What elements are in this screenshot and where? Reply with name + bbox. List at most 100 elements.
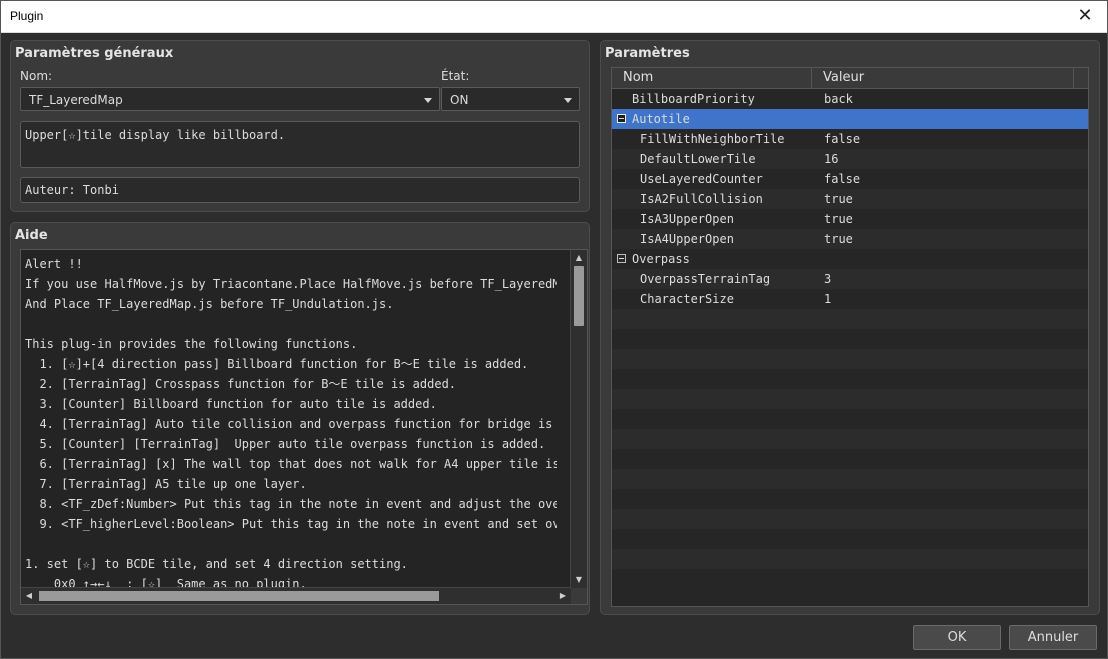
parameter-group-row[interactable]: Overpass [612, 249, 1088, 269]
parameter-name: FillWithNeighborTile [640, 132, 785, 146]
help-line: 5. [Counter] [TerrainTag] Upper auto til… [25, 437, 546, 451]
help-text: Alert !! If you use HalfMove.js by Triaco… [25, 254, 557, 588]
empty-row [612, 369, 1088, 389]
plugin-state-value: ON [450, 93, 469, 107]
parameter-name: IsA2FullCollision [640, 192, 763, 206]
window-title: Plugin [10, 9, 44, 23]
parameter-name: IsA4UpperOpen [640, 232, 734, 246]
help-line: If you use HalfMove.js by Triacontane.Pl… [25, 277, 557, 291]
parameter-value: true [824, 232, 853, 246]
scroll-left-icon[interactable]: ◀ [21, 588, 37, 604]
parameter-row[interactable]: BillboardPriority back [612, 89, 1088, 109]
collapse-icon[interactable] [617, 114, 626, 123]
help-line: This plug-in provides the following func… [25, 337, 358, 351]
close-icon[interactable]: ✕ [1063, 1, 1107, 32]
empty-row [612, 309, 1088, 329]
parameter-name: CharacterSize [640, 292, 734, 306]
parameter-value: back [824, 92, 853, 106]
parameter-row[interactable]: UseLayeredCounter false [612, 169, 1088, 189]
author-field: Auteur: Tonbi [20, 177, 580, 203]
parameter-value: true [824, 192, 853, 206]
plugin-name-select[interactable]: TF_LayeredMap [20, 87, 440, 111]
general-parameters-title: Paramètres généraux [15, 46, 174, 61]
parameter-value: 1 [824, 292, 832, 306]
parameter-name: UseLayeredCounter [640, 172, 763, 186]
scrollbar-corner [571, 588, 587, 604]
help-line: 3. [Counter] Billboard function for auto… [25, 397, 437, 411]
parameters-title: Paramètres [605, 46, 690, 61]
help-line: 6. [TerrainTag] [x] The wall top that do… [25, 457, 557, 471]
help-line: Alert !! [25, 257, 83, 271]
parameter-row[interactable]: OverpassTerrainTag 3 [612, 269, 1088, 289]
parameter-row[interactable]: IsA4UpperOpen true [612, 229, 1088, 249]
empty-row [612, 549, 1088, 569]
help-line [25, 314, 557, 334]
empty-row [612, 489, 1088, 509]
parameter-row[interactable]: IsA3UpperOpen true [612, 209, 1088, 229]
plugin-dialog: Plugin ✕ Paramètres généraux Nom: TF_Lay… [0, 0, 1108, 659]
empty-row [612, 569, 1088, 589]
help-line: 4. [TerrainTag] Auto tile collision and … [25, 417, 557, 431]
scroll-right-icon[interactable]: ▶ [555, 588, 571, 604]
horizontal-scroll-thumb[interactable] [39, 591, 439, 601]
parameter-name: DefaultLowerTile [640, 152, 756, 166]
title-bar: Plugin ✕ [1, 1, 1107, 33]
parameter-name: BillboardPriority [632, 92, 755, 106]
parameter-row[interactable]: FillWithNeighborTile false [612, 129, 1088, 149]
parameter-value: false [824, 132, 861, 146]
table-header: Nom Valeur [612, 68, 1088, 89]
ok-button[interactable]: OK [913, 625, 1001, 650]
general-parameters-group: Paramètres généraux Nom: TF_LayeredMap É… [10, 40, 590, 212]
parameter-name: IsA3UpperOpen [640, 212, 734, 226]
empty-row [612, 429, 1088, 449]
help-line [25, 534, 557, 554]
parameter-name: OverpassTerrainTag [640, 272, 771, 286]
vertical-scroll-thumb[interactable] [574, 266, 584, 326]
help-line: 2. [TerrainTag] Crosspass function for B… [25, 377, 457, 391]
parameter-value: 3 [824, 272, 832, 286]
name-label: Nom: [20, 69, 53, 83]
chevron-down-icon [424, 98, 432, 103]
empty-row [612, 329, 1088, 349]
plugin-name-value: TF_LayeredMap [29, 93, 123, 107]
column-header-name[interactable]: Nom [612, 68, 812, 88]
help-line: 9. <TF_higherLevel:Boolean> Put this tag… [25, 517, 557, 531]
state-label: État: [441, 69, 470, 83]
plugin-state-select[interactable]: ON [441, 87, 580, 111]
parameter-value: 16 [824, 152, 839, 166]
parameter-row[interactable]: CharacterSize 1 [612, 289, 1088, 309]
parameter-row[interactable]: DefaultLowerTile 16 [612, 149, 1088, 169]
help-text-area[interactable]: Alert !! If you use HalfMove.js by Triaco… [20, 249, 588, 605]
help-line: And Place TF_LayeredMap.js before TF_Und… [25, 297, 394, 311]
scroll-up-icon[interactable]: ▲ [571, 250, 587, 266]
help-line: 1. [☆]+[4 direction pass] Billboard func… [25, 357, 529, 371]
parameter-name: Autotile [632, 112, 690, 126]
help-title: Aide [15, 228, 48, 243]
chevron-down-icon [564, 98, 572, 103]
parameter-group-row[interactable]: Autotile [612, 109, 1088, 129]
description-text: Upper[☆]tile display like billboard. [25, 128, 286, 142]
scroll-down-icon[interactable]: ▼ [571, 572, 587, 588]
description-field[interactable]: Upper[☆]tile display like billboard. [20, 121, 580, 168]
empty-row [612, 409, 1088, 429]
help-line: 7. [TerrainTag] A5 tile up one layer. [25, 477, 307, 491]
parameter-name: Overpass [632, 252, 690, 266]
column-header-value[interactable]: Valeur [812, 68, 1074, 88]
parameter-value: false [824, 172, 861, 186]
horizontal-scrollbar[interactable]: ◀ ▶ [21, 587, 571, 604]
help-line: 0x0 ↑→←↓ : [☆] Same as no plugin. [25, 577, 307, 588]
parameters-table[interactable]: Nom Valeur BillboardPriority back Autotile… [611, 67, 1089, 607]
empty-row [612, 389, 1088, 409]
empty-row [612, 449, 1088, 469]
author-text: Auteur: Tonbi [25, 183, 119, 197]
collapse-icon[interactable] [617, 254, 626, 263]
empty-row [612, 509, 1088, 529]
help-line: 8. <TF_zDef:Number> Put this tag in the … [25, 497, 557, 511]
empty-row [612, 469, 1088, 489]
parameter-row[interactable]: IsA2FullCollision true [612, 189, 1088, 209]
parameters-group: Paramètres Nom Valeur BillboardPriority b… [600, 40, 1100, 615]
help-line: 1. set [☆] to BCDE tile, and set 4 direc… [25, 557, 408, 571]
vertical-scrollbar[interactable]: ▲ ▼ [570, 250, 587, 588]
cancel-button[interactable]: Annuler [1009, 625, 1097, 650]
empty-row [612, 529, 1088, 549]
